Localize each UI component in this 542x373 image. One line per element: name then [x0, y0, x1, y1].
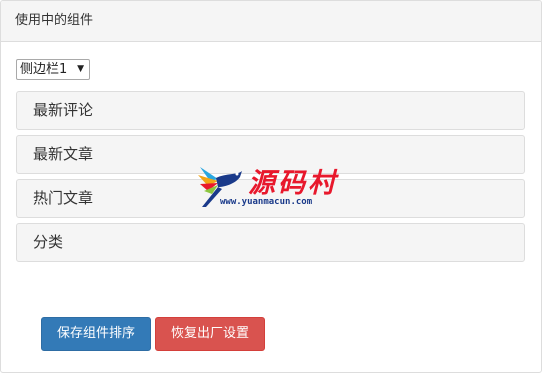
save-widget-order-button[interactable]: 保存组件排序 — [41, 317, 151, 351]
widgets-in-use-panel: 使用中的组件 侧边栏1 ▼ 最新评论 最新文章 热门文章 分类 源码村 www.… — [0, 0, 542, 373]
restore-defaults-button[interactable]: 恢复出厂设置 — [155, 317, 265, 351]
watermark-url: www.yuanmacun.com — [220, 197, 313, 207]
widget-categories[interactable]: 分类 — [16, 223, 525, 262]
sidebar-select[interactable]: 侧边栏1 ▼ — [16, 59, 90, 80]
watermark-title: 源码村 — [248, 168, 338, 199]
watermark-logo: 源码村 www.yuanmacun.com — [196, 161, 356, 216]
dropdown-arrow-icon: ▼ — [77, 64, 84, 74]
widget-recent-comments[interactable]: 最新评论 — [16, 91, 525, 130]
sidebar-select-value: 侧边栏1 — [20, 62, 68, 77]
panel-title: 使用中的组件 — [1, 1, 541, 42]
